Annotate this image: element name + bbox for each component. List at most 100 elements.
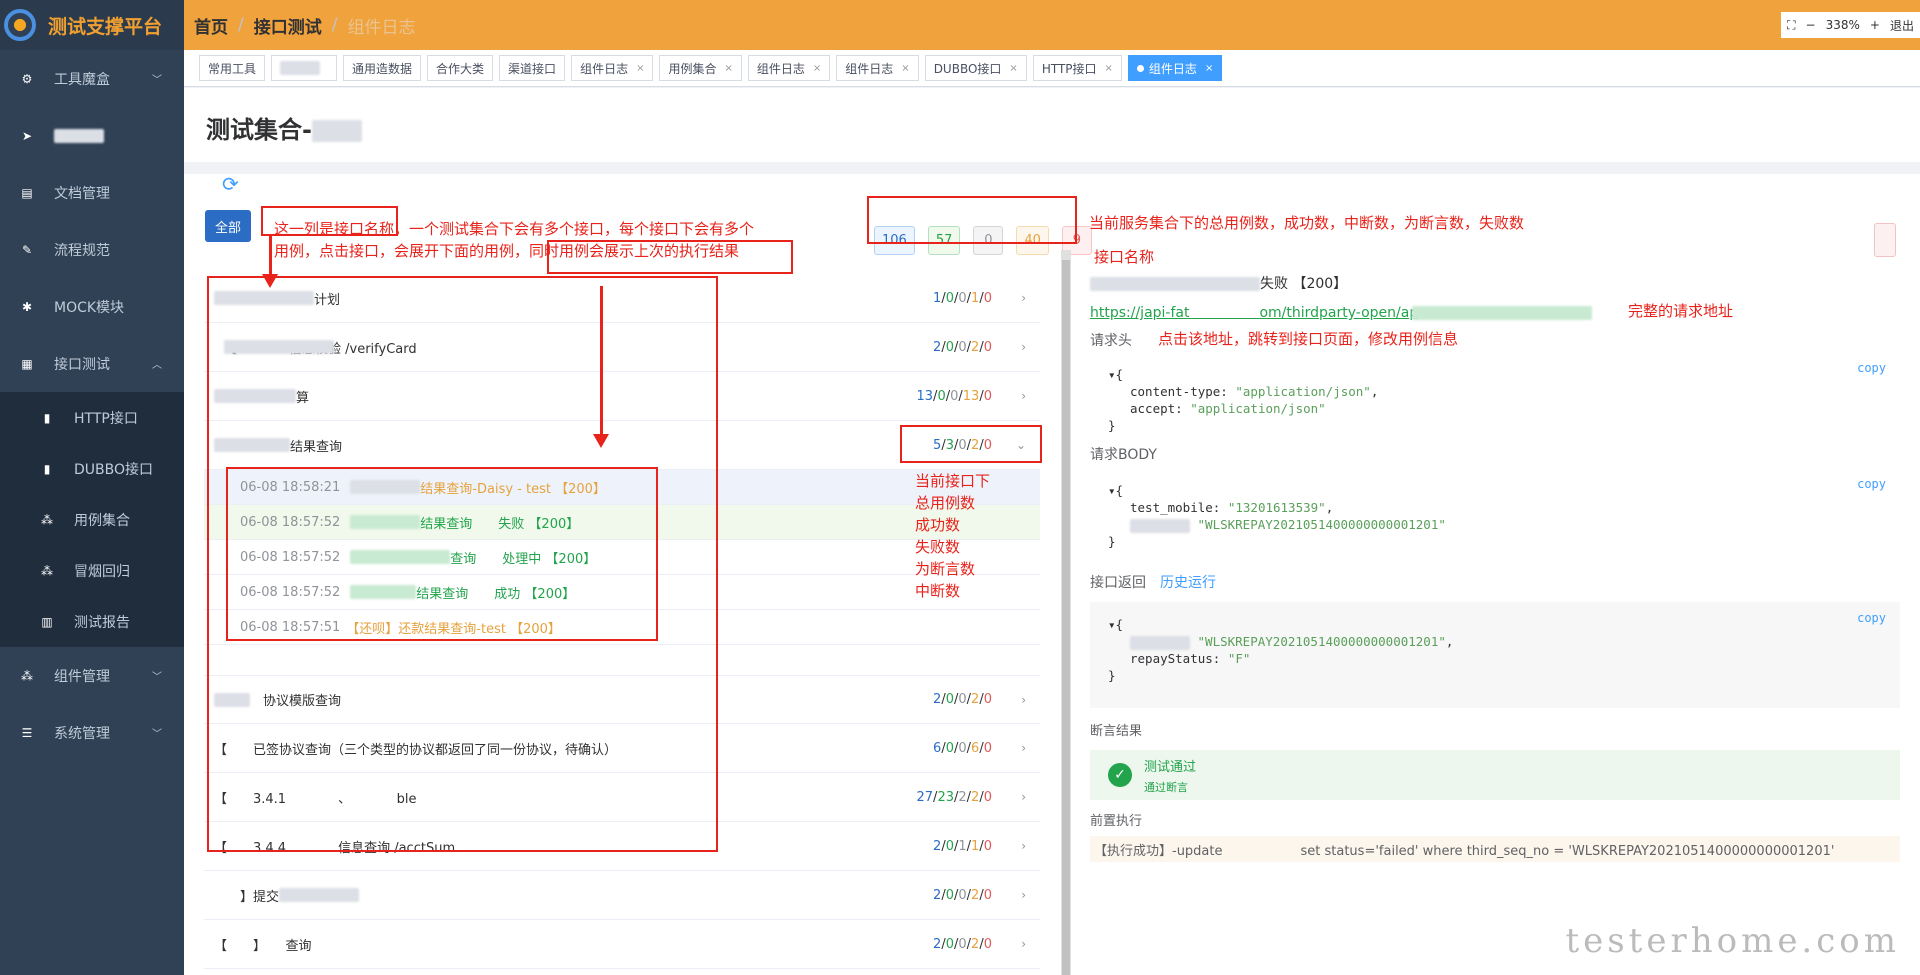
document-icon: ▤	[21, 185, 33, 200]
sidebar-item-label: 系统管理	[54, 725, 110, 742]
tab-component-log[interactable]: 组件日志 ×	[836, 55, 919, 81]
sidebar-item-process[interactable]: ✎ 流程规范	[0, 221, 184, 278]
scrollbar[interactable]	[1061, 250, 1071, 975]
annotation-box-result	[547, 240, 793, 274]
zoom-out-button[interactable]: −	[1806, 18, 1816, 32]
app-title: 测试支撑平台	[48, 15, 163, 38]
delete-button[interactable]	[1874, 223, 1896, 257]
sidebar-item-mock[interactable]: ✱ MOCK模块	[0, 278, 184, 335]
pre-exec-result: 【执行成功】-update set status='failed' where …	[1090, 836, 1900, 862]
tab-partner[interactable]: 合作大类	[427, 55, 494, 81]
interface-counts: 1/0/0/1/0	[933, 290, 992, 306]
sidebar-item-blurred[interactable]: ➤	[0, 107, 184, 164]
blurred-title	[1090, 277, 1260, 291]
detail-panel: 接口名称 失败 【200】 https://japi-fat om/thirdp…	[1090, 200, 1920, 975]
breadcrumb-api-test[interactable]: 接口测试	[254, 13, 322, 38]
chevron-right-icon[interactable]: ›	[1021, 693, 1026, 707]
tab-data-gen[interactable]: 通用造数据	[343, 55, 422, 81]
close-icon[interactable]: ×	[901, 63, 909, 74]
close-icon[interactable]: ×	[813, 63, 821, 74]
annotation-box-cases	[226, 467, 658, 641]
main-content: 测试集合- ⟳ 全部 106 57 0 40 9 当前服务集合下的总用例数，成功…	[184, 88, 1920, 975]
request-url-link[interactable]: https://japi-fat om/thirdparty-open/ap	[1090, 302, 1593, 322]
sidebar-item-label: MOCK模块	[54, 299, 125, 316]
interface-row[interactable]: 【 】 查询 2/0/0/2/0 ›	[204, 920, 1040, 969]
page-title: 测试集合-	[206, 110, 362, 145]
sidebar-item-api-test[interactable]: ▦ 接口测试 ︿	[0, 335, 184, 392]
sidebar-item-label: HTTP接口	[74, 410, 138, 427]
tab-blurred[interactable]	[271, 55, 338, 81]
all-button[interactable]: 全部	[205, 210, 251, 242]
sidebar-item-label: 测试报告	[74, 614, 130, 631]
chevron-right-icon[interactable]: ›	[1021, 741, 1026, 755]
interface-row[interactable]: 】提交 2/0/0/2/0 ›	[204, 871, 1040, 920]
copy-button[interactable]: copy	[1857, 360, 1886, 377]
tab-common-tools[interactable]: 常用工具	[199, 55, 266, 81]
tab-http[interactable]: HTTP接口 ×	[1032, 55, 1122, 81]
history-run-link[interactable]: 历史运行	[1160, 572, 1216, 592]
annotation-url-click: 点击该地址，跳转到接口页面，修改用例信息	[1158, 330, 1459, 348]
close-icon[interactable]: ×	[1009, 63, 1017, 74]
sidebar-item-case-set[interactable]: ⁂ 用例集合	[0, 494, 184, 545]
interface-title: 失败 【200】	[1090, 273, 1347, 293]
watermark: testerhome.com	[1565, 921, 1900, 961]
copy-button[interactable]: copy	[1857, 610, 1886, 627]
sidebar-submenu: ▮ HTTP接口 ▮ DUBBO接口 ⁂ 用例集合 ⁂ 冒烟回归 ▥ 测试报告	[0, 392, 184, 647]
tab-component-log-active[interactable]: 组件日志 ×	[1127, 55, 1223, 81]
assert-label: 断言结果	[1090, 724, 1143, 739]
check-icon: ✓	[1108, 763, 1132, 787]
sidebar-item-report[interactable]: ▥ 测试报告	[0, 596, 184, 647]
tab-component-log[interactable]: 组件日志 ×	[747, 55, 831, 81]
sidebar-item-http[interactable]: ▮ HTTP接口	[0, 392, 184, 443]
zoom-in-button[interactable]: +	[1870, 18, 1880, 32]
close-icon[interactable]: ×	[1205, 63, 1213, 74]
sidebar-item-system[interactable]: ☰ 系统管理 ﹀	[0, 704, 184, 761]
list-icon: ☰	[21, 725, 33, 740]
response-label: 接口返回	[1090, 575, 1146, 591]
chevron-right-icon[interactable]: ›	[1021, 340, 1026, 354]
tab-dubbo[interactable]: DUBBO接口 ×	[924, 55, 1027, 81]
pre-exec-label: 前置执行	[1090, 814, 1143, 829]
chevron-right-icon[interactable]: ›	[1021, 888, 1026, 902]
sidebar-item-tools[interactable]: ⚙ 工具魔盒 ﹀	[0, 50, 184, 107]
component-icon: ⁂	[21, 668, 33, 683]
breadcrumb-home[interactable]: 首页	[194, 13, 228, 38]
copy-button[interactable]: copy	[1857, 476, 1886, 493]
sidebar-item-label: 接口测试	[54, 356, 110, 373]
close-icon[interactable]: ×	[724, 63, 732, 74]
send-icon: ➤	[21, 128, 33, 143]
chevron-down-icon: ﹀	[152, 75, 162, 86]
tab-component-log[interactable]: 组件日志 ×	[571, 55, 654, 81]
bug-icon: ✱	[21, 299, 33, 314]
tab-channel[interactable]: 渠道接口	[499, 55, 566, 81]
chevron-right-icon[interactable]: ›	[1021, 937, 1026, 951]
sidebar-item-label: DUBBO接口	[74, 461, 154, 478]
divider	[184, 162, 1920, 174]
chevron-right-icon[interactable]: ›	[1021, 291, 1026, 305]
sidebar-item-docs[interactable]: ▤ 文档管理	[0, 164, 184, 221]
tab-label: 通用造数据	[352, 61, 413, 76]
exit-button[interactable]: 退出	[1890, 17, 1914, 34]
app-logo[interactable]: 测试支撑平台	[0, 0, 184, 50]
tab-label: 常用工具	[208, 61, 257, 76]
sidebar-item-dubbo[interactable]: ▮ DUBBO接口	[0, 443, 184, 494]
chevron-right-icon[interactable]: ›	[1021, 839, 1026, 853]
annotation-arrowhead	[262, 274, 278, 288]
tab-case-set[interactable]: 用例集合 ×	[659, 55, 742, 81]
request-body-label: 请求BODY	[1090, 447, 1157, 463]
fullscreen-icon[interactable]: ⛶	[1787, 18, 1795, 33]
interface-counts: 2/0/0/2/0	[933, 692, 992, 707]
scrollbar-thumb[interactable]	[1062, 260, 1070, 975]
refresh-icon[interactable]: ⟳	[222, 172, 239, 196]
chevron-right-icon[interactable]: ›	[1021, 389, 1026, 403]
chevron-right-icon[interactable]: ›	[1021, 790, 1026, 804]
close-icon[interactable]: ×	[636, 63, 644, 74]
close-icon[interactable]: ×	[1105, 63, 1113, 74]
sidebar-item-label: 工具魔盒	[54, 71, 110, 88]
tab-label: 组件日志	[580, 61, 629, 76]
chevron-down-icon: ﹀	[152, 672, 162, 683]
sidebar-item-components[interactable]: ⁂ 组件管理 ﹀	[0, 647, 184, 704]
tab-label: 渠道接口	[508, 61, 557, 76]
interface-counts: 13/0/0/13/0	[916, 388, 993, 404]
sidebar-item-smoke[interactable]: ⁂ 冒烟回归	[0, 545, 184, 596]
